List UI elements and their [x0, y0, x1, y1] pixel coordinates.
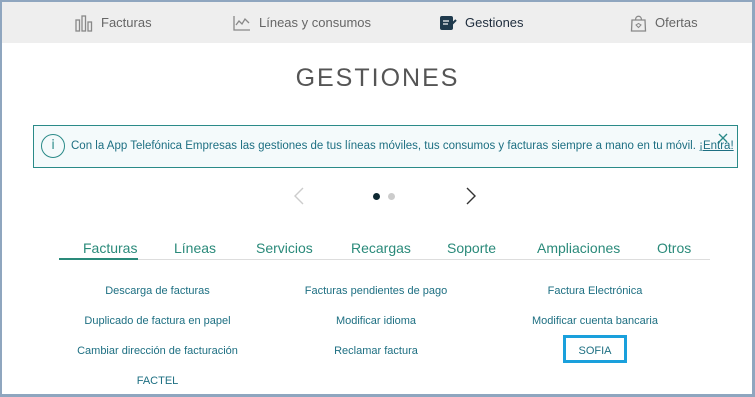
page-title: GESTIONES [295, 64, 460, 92]
nav-ofertas-label: Ofertas [655, 15, 698, 30]
tab-lineas[interactable]: Líneas [174, 240, 216, 260]
option-sofia[interactable]: SOFIA [563, 345, 627, 357]
app-promo-banner: i Con la App Telefónica Empresas las ges… [33, 125, 738, 168]
option-factura-electronica[interactable]: Factura Electrónica [510, 285, 680, 297]
tab-ampliaciones[interactable]: Ampliaciones [537, 240, 620, 260]
nav-gestiones[interactable]: Gestiones [439, 2, 524, 43]
option-cambiar-direccion[interactable]: Cambiar dirección de facturación [60, 345, 255, 357]
edit-document-icon [439, 14, 457, 32]
option-factel[interactable]: FACTEL [70, 375, 245, 387]
shopping-bag-icon [630, 14, 647, 32]
option-descarga-facturas[interactable]: Descarga de facturas [70, 285, 245, 297]
top-navigation: Facturas Líneas y consumos Gestiones Ofe… [2, 2, 752, 43]
nav-facturas-label: Facturas [101, 15, 152, 30]
option-reclamar-factura[interactable]: Reclamar factura [290, 345, 462, 357]
option-duplicado-factura[interactable]: Duplicado de factura en papel [70, 315, 245, 327]
carousel-dot-2[interactable] [388, 193, 395, 200]
banner-message: Con la App Telefónica Empresas las gesti… [71, 140, 700, 152]
tab-facturas[interactable]: Facturas [59, 240, 138, 260]
nav-lineas-consumos[interactable]: Líneas y consumos [233, 2, 371, 43]
bar-chart-icon [75, 14, 93, 32]
nav-lineas-label: Líneas y consumos [259, 15, 372, 30]
nav-ofertas[interactable]: Ofertas [630, 2, 698, 43]
tab-soporte[interactable]: Soporte [447, 240, 496, 260]
nav-facturas[interactable]: Facturas [75, 2, 152, 43]
close-icon[interactable] [717, 131, 729, 143]
carousel-next-button[interactable] [465, 186, 477, 211]
gestiones-tabs: Facturas Líneas Servicios Recargas Sopor… [59, 240, 710, 260]
info-icon: i [41, 134, 65, 158]
line-chart-icon [233, 15, 251, 31]
option-modificar-cuenta[interactable]: Modificar cuenta bancaria [510, 315, 680, 327]
banner-text: Con la App Telefónica Empresas las gesti… [71, 140, 734, 152]
chevron-right-icon [465, 187, 477, 210]
chevron-left-icon [293, 187, 305, 210]
tab-otros[interactable]: Otros [657, 240, 691, 260]
carousel-prev-button[interactable] [293, 186, 305, 211]
carousel-dot-1[interactable] [373, 193, 380, 200]
nav-gestiones-label: Gestiones [465, 15, 524, 30]
option-modificar-idioma[interactable]: Modificar idioma [290, 315, 462, 327]
tab-recargas[interactable]: Recargas [351, 240, 411, 260]
tab-servicios[interactable]: Servicios [256, 240, 313, 260]
option-facturas-pendientes[interactable]: Facturas pendientes de pago [290, 285, 462, 297]
